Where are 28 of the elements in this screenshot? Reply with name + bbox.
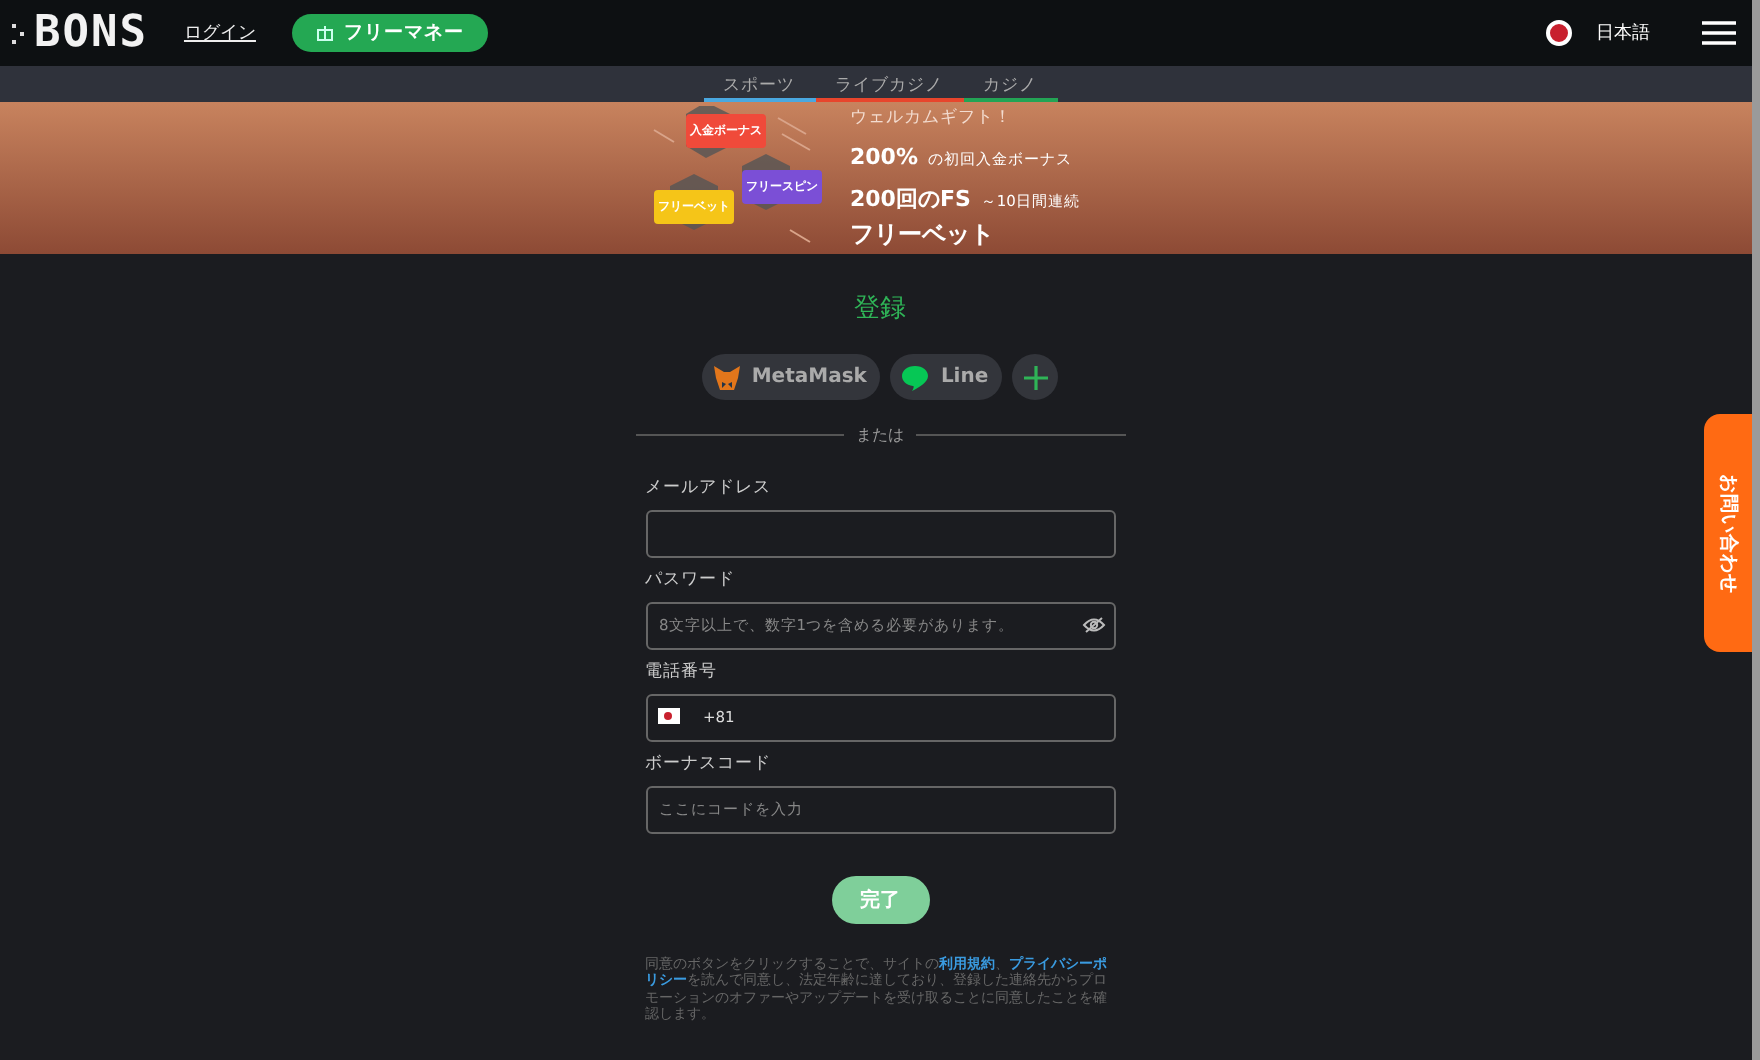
promo-headline: 200% bbox=[850, 143, 918, 169]
menu-icon[interactable] bbox=[1702, 20, 1736, 46]
contact-tab[interactable]: お問い合わせ bbox=[1704, 414, 1752, 652]
field-label: ボーナスコード bbox=[645, 752, 773, 776]
flag-icon[interactable] bbox=[1546, 20, 1572, 46]
field-label: メールアドレス bbox=[645, 476, 773, 500]
chat-bubble-icon bbox=[900, 363, 931, 391]
login-link[interactable]: ログイン bbox=[183, 20, 256, 46]
promo-headline: フリーベット bbox=[850, 217, 996, 251]
eye-icon[interactable] bbox=[1081, 615, 1105, 633]
flag-icon bbox=[657, 708, 679, 724]
scrollbar[interactable] bbox=[1752, 0, 1760, 1060]
line-button[interactable]: Line bbox=[890, 354, 1003, 400]
promo-headline: 200回のFS bbox=[850, 185, 971, 211]
input-field[interactable] bbox=[645, 509, 1115, 557]
divider-text: または bbox=[856, 424, 904, 446]
fox-icon bbox=[711, 363, 742, 391]
form-title: 登録 bbox=[852, 292, 908, 326]
field-label: 電話番号 bbox=[645, 660, 719, 684]
logo[interactable]: BONS bbox=[12, 8, 148, 58]
more-button[interactable] bbox=[1012, 354, 1059, 400]
plus-icon bbox=[1023, 365, 1048, 389]
metamask-button[interactable]: MetaMask bbox=[701, 354, 881, 400]
gift-icon bbox=[315, 24, 334, 42]
free-money-button[interactable]: フリーマネー bbox=[291, 14, 488, 52]
language-selector[interactable]: 日本語 bbox=[1596, 20, 1650, 46]
field-label: パスワード bbox=[645, 568, 737, 592]
promo-greeting: ウェルカムギフト！ bbox=[850, 105, 1014, 129]
